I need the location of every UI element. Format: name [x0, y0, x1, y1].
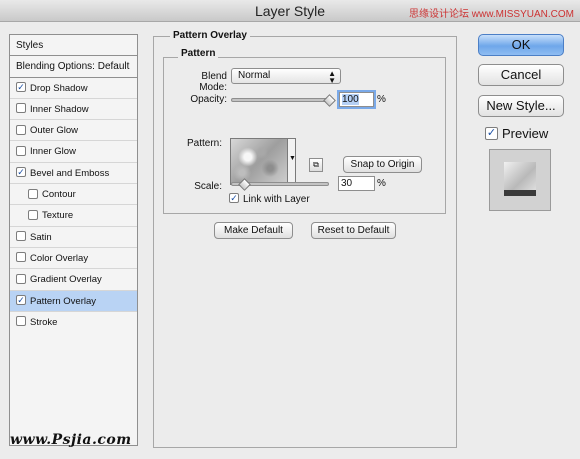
preview-checkbox[interactable]: ✓ [485, 127, 498, 141]
opacity-input[interactable]: 100 [339, 92, 374, 107]
style-item-label: Texture [42, 210, 74, 222]
pattern-swatch[interactable] [230, 138, 288, 185]
style-item-drop-shadow[interactable]: ✓ Drop Shadow [10, 78, 137, 99]
scale-input[interactable]: 30 [338, 176, 375, 191]
style-item-contour[interactable]: Contour [10, 184, 137, 206]
style-item-label: Gradient Overlay [30, 274, 102, 286]
layer-style-dialog: Styles Blending Options: Default ✓ Drop S… [0, 22, 580, 459]
satin-checkbox[interactable] [16, 231, 26, 242]
ok-button[interactable]: OK [478, 34, 564, 56]
pattern-overlay-checkbox[interactable]: ✓ [16, 295, 26, 306]
drop-shadow-checkbox[interactable]: ✓ [16, 82, 26, 93]
blending-options-item[interactable]: Blending Options: Default [10, 56, 137, 78]
link-with-layer-label: Link with Layer [243, 194, 310, 205]
group-title: Pattern [178, 48, 219, 59]
style-item-label: Inner Glow [30, 146, 76, 158]
outer-glow-checkbox[interactable] [16, 124, 26, 135]
style-item-inner-glow[interactable]: Inner Glow [10, 141, 137, 163]
style-item-label: Inner Shadow [30, 103, 89, 115]
title-bar: Layer Style 思缘设计论坛 www.MISSYUAN.COM [0, 0, 580, 22]
style-item-label: Drop Shadow [30, 82, 88, 94]
make-default-button[interactable]: Make Default [214, 222, 293, 239]
style-item-label: Stroke [30, 316, 58, 328]
opacity-slider-track[interactable] [231, 98, 333, 102]
blend-mode-select[interactable]: Normal ▲ ▼ [231, 68, 341, 85]
style-preview [489, 149, 551, 211]
color-overlay-checkbox[interactable] [16, 252, 26, 263]
style-item-color-overlay[interactable]: Color Overlay [10, 248, 137, 270]
style-item-label: Outer Glow [30, 125, 79, 137]
pattern-picker-dropdown[interactable]: ▼ [287, 138, 296, 185]
gradient-overlay-checkbox[interactable] [16, 273, 26, 284]
contour-checkbox[interactable] [28, 188, 38, 199]
stroke-checkbox[interactable] [16, 316, 26, 327]
triangle-down-icon: ▼ [289, 155, 296, 162]
style-item-satin[interactable]: Satin [10, 227, 137, 248]
inner-glow-checkbox[interactable] [16, 145, 26, 156]
opacity-value: 100 [342, 94, 359, 105]
link-with-layer-checkbox[interactable]: ✓ [229, 193, 239, 204]
style-item-outer-glow[interactable]: Outer Glow [10, 120, 137, 142]
pattern-label: Pattern: [186, 138, 222, 149]
new-preset-icon[interactable]: ⧉ [309, 158, 323, 172]
scale-value: 30 [341, 178, 353, 189]
blend-mode-value: Normal [238, 70, 271, 81]
scale-unit: % [377, 178, 386, 189]
style-item-gradient-overlay[interactable]: Gradient Overlay [10, 269, 137, 291]
style-item-bevel-emboss[interactable]: ✓ Bevel and Emboss [10, 163, 137, 185]
styles-list: Styles Blending Options: Default ✓ Drop S… [9, 34, 138, 446]
style-item-inner-shadow[interactable]: Inner Shadow [10, 99, 137, 121]
new-style-button[interactable]: New Style... [478, 95, 564, 117]
updown-arrows-icon: ▲ ▼ [328, 69, 336, 85]
blend-mode-label: Blend Mode: [199, 71, 227, 93]
link-with-layer-row[interactable]: ✓ Link with Layer [229, 193, 310, 205]
preview-label: Preview [502, 126, 549, 141]
style-item-label: Bevel and Emboss [30, 167, 110, 179]
opacity-label: Opacity: [190, 94, 227, 105]
preview-thumbnail [504, 162, 536, 196]
bevel-emboss-checkbox[interactable]: ✓ [16, 167, 26, 178]
style-item-label: Pattern Overlay [30, 295, 96, 307]
panel-title: Pattern Overlay [170, 30, 250, 41]
style-item-stroke[interactable]: Stroke [10, 312, 137, 333]
styles-header[interactable]: Styles [10, 35, 137, 57]
scale-label: Scale: [194, 181, 222, 192]
opacity-unit: % [377, 94, 386, 105]
preview-toggle[interactable]: ✓ Preview [485, 126, 548, 141]
snap-to-origin-button[interactable]: Snap to Origin [343, 156, 422, 173]
watermark-text: 思缘设计论坛 www.MISSYUAN.COM [408, 9, 574, 20]
reset-to-default-button[interactable]: Reset to Default [311, 222, 396, 239]
style-item-label: Satin [30, 231, 52, 243]
site-watermark: www.Psjia.com [10, 432, 132, 448]
cancel-button[interactable]: Cancel [478, 64, 564, 86]
style-item-texture[interactable]: Texture [10, 205, 137, 227]
texture-checkbox[interactable] [28, 209, 38, 220]
style-item-label: Color Overlay [30, 252, 89, 264]
style-item-label: Contour [42, 189, 76, 201]
inner-shadow-checkbox[interactable] [16, 103, 26, 114]
style-item-pattern-overlay[interactable]: ✓ Pattern Overlay [10, 290, 137, 312]
